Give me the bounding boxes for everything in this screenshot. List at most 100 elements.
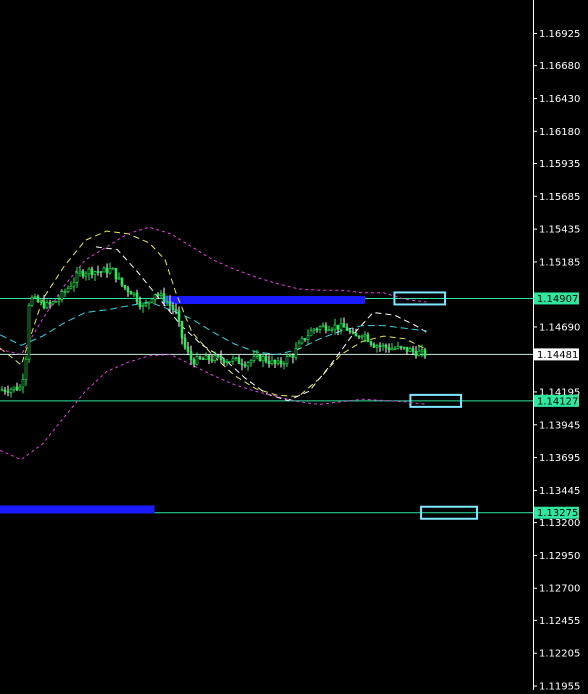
candle-69[interactable]	[207, 355, 211, 361]
candle-22[interactable]	[66, 287, 70, 292]
candle-52[interactable]	[156, 294, 160, 296]
candle-30[interactable]	[90, 268, 94, 275]
candle-96[interactable]	[288, 355, 292, 358]
candle-32[interactable]	[96, 271, 100, 273]
candle-23[interactable]	[69, 285, 73, 289]
candle-19[interactable]	[57, 299, 61, 302]
candle-24[interactable]	[72, 281, 76, 287]
candle-58[interactable]	[174, 309, 178, 311]
candle-135[interactable]	[405, 346, 409, 352]
candle-25[interactable]	[75, 272, 79, 283]
candle-54[interactable]	[162, 293, 166, 302]
candle-42[interactable]	[126, 287, 130, 292]
candle-15[interactable]	[45, 302, 49, 309]
candle-9[interactable]	[27, 305, 31, 360]
candle-104[interactable]	[312, 328, 316, 332]
candle-41[interactable]	[123, 285, 127, 289]
candle-34[interactable]	[102, 267, 106, 273]
candle-122[interactable]	[366, 334, 370, 342]
candle-61[interactable]	[183, 337, 187, 348]
candle-81[interactable]	[243, 364, 247, 367]
candle-109[interactable]	[327, 329, 331, 332]
candle-83[interactable]	[249, 360, 253, 363]
candle-87[interactable]	[261, 355, 265, 362]
candle-62[interactable]	[186, 346, 190, 352]
candle-77[interactable]	[231, 358, 235, 362]
candle-47[interactable]	[141, 305, 145, 307]
candle-120[interactable]	[360, 335, 364, 338]
candle-68[interactable]	[204, 355, 208, 360]
candle-103[interactable]	[309, 330, 313, 337]
candle-16[interactable]	[48, 302, 52, 305]
candle-59[interactable]	[177, 310, 181, 322]
candle-39[interactable]	[117, 277, 121, 280]
candle-78[interactable]	[234, 357, 238, 360]
candle-55[interactable]	[165, 301, 169, 303]
candle-116[interactable]	[348, 330, 352, 333]
candle-132[interactable]	[396, 346, 400, 349]
candle-88[interactable]	[264, 355, 268, 362]
candle-13[interactable]	[39, 300, 43, 303]
candle-107[interactable]	[321, 325, 325, 328]
candle-126[interactable]	[378, 345, 382, 347]
candle-64[interactable]	[192, 359, 196, 365]
candle-28[interactable]	[84, 273, 88, 277]
candle-130[interactable]	[390, 348, 394, 351]
candle-113[interactable]	[339, 323, 343, 330]
candle-138[interactable]	[414, 350, 418, 357]
price-chart[interactable]: 1.16925 1.16680 1.16430 1.16180 1.15935 1.156…	[0, 0, 588, 693]
candle-98[interactable]	[294, 348, 298, 358]
candle-97[interactable]	[291, 355, 295, 358]
candle-89[interactable]	[267, 360, 271, 364]
candle-4[interactable]	[12, 386, 16, 390]
candle-36[interactable]	[108, 268, 112, 274]
candle-137[interactable]	[411, 348, 415, 352]
candle-33[interactable]	[99, 271, 103, 274]
candle-10[interactable]	[30, 296, 34, 307]
candle-115[interactable]	[345, 327, 349, 331]
candle-65[interactable]	[195, 356, 199, 365]
candle-53[interactable]	[159, 293, 163, 296]
candle-17[interactable]	[51, 301, 55, 305]
candle-35[interactable]	[105, 267, 109, 274]
candle-111[interactable]	[333, 324, 337, 330]
candle-6[interactable]	[18, 386, 22, 391]
candle-46[interactable]	[138, 301, 142, 307]
candle-38[interactable]	[114, 267, 118, 280]
candle-74[interactable]	[222, 359, 226, 363]
candle-70[interactable]	[210, 359, 214, 362]
candle-57[interactable]	[171, 305, 175, 310]
candle-117[interactable]	[351, 331, 355, 334]
candle-141[interactable]	[423, 349, 427, 357]
candle-21[interactable]	[63, 291, 67, 293]
candle-51[interactable]	[153, 294, 157, 301]
candle-12[interactable]	[36, 296, 40, 303]
candle-93[interactable]	[279, 360, 283, 365]
candle-7[interactable]	[21, 379, 25, 388]
candle-108[interactable]	[324, 325, 328, 331]
candle-80[interactable]	[240, 363, 244, 366]
candle-48[interactable]	[144, 303, 148, 306]
candle-14[interactable]	[42, 300, 46, 309]
candle-73[interactable]	[219, 355, 223, 361]
candle-29[interactable]	[87, 268, 91, 275]
candle-102[interactable]	[306, 335, 310, 340]
candle-1[interactable]	[3, 389, 7, 392]
candle-63[interactable]	[189, 351, 193, 361]
candle-124[interactable]	[372, 344, 376, 348]
candle-92[interactable]	[276, 360, 280, 364]
candle-0[interactable]	[0, 389, 4, 392]
candle-72[interactable]	[216, 355, 220, 357]
candle-136[interactable]	[408, 348, 412, 352]
candle-40[interactable]	[120, 277, 124, 286]
candle-127[interactable]	[381, 344, 385, 347]
candle-106[interactable]	[318, 326, 322, 330]
candle-125[interactable]	[375, 345, 379, 348]
candle-133[interactable]	[399, 346, 403, 348]
candle-18[interactable]	[54, 301, 58, 303]
candle-8[interactable]	[24, 358, 28, 381]
chart-svg[interactable]: 1.16925 1.16680 1.16430 1.16180 1.15935 1.156…	[0, 0, 588, 693]
candle-94[interactable]	[282, 363, 286, 365]
candle-45[interactable]	[135, 292, 139, 302]
candle-79[interactable]	[237, 357, 241, 364]
